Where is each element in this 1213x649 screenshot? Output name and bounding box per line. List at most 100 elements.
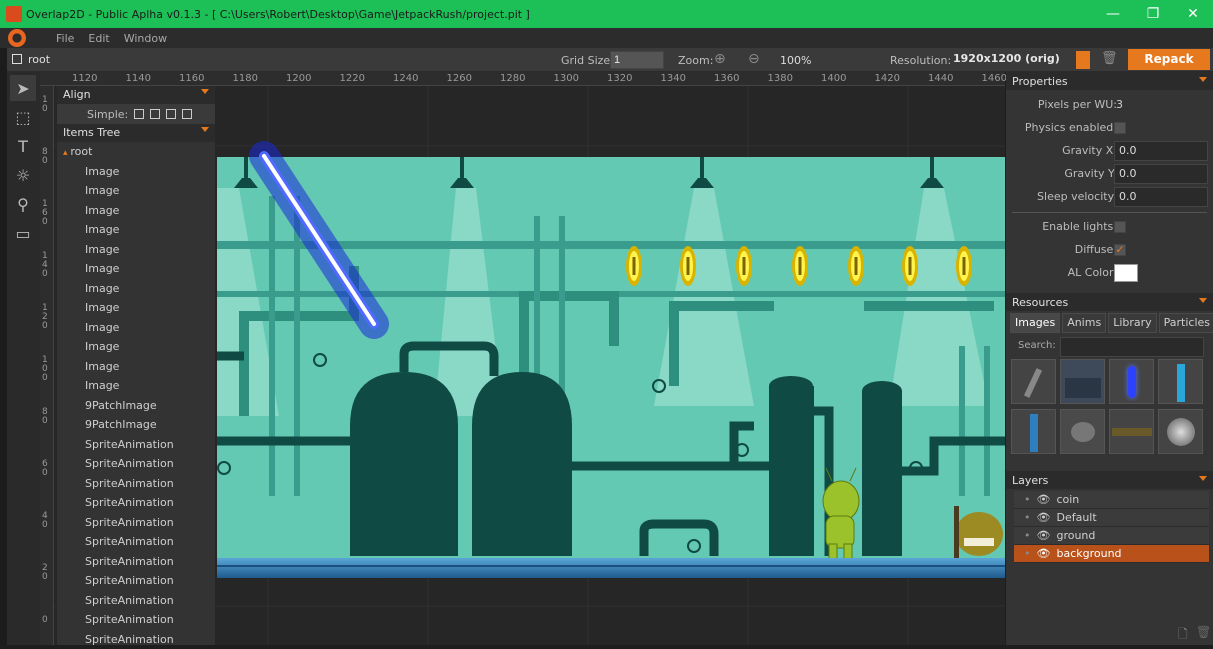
resource-thumbnail[interactable] xyxy=(1060,359,1105,404)
tree-item-root[interactable]: root xyxy=(57,142,215,162)
tab-images[interactable]: Images xyxy=(1010,313,1060,333)
pixels-per-wu-value: 3 xyxy=(1116,98,1123,111)
resolution-select[interactable]: 1920x1200 (orig) xyxy=(950,51,1076,69)
ruler-tick-label: 1460 xyxy=(982,73,1007,84)
tree-item[interactable]: SpriteAnimation xyxy=(57,454,215,474)
tab-anims[interactable]: Anims xyxy=(1062,313,1106,333)
resource-thumbnail[interactable] xyxy=(1158,409,1203,454)
eye-icon[interactable]: 👁 xyxy=(1037,511,1051,524)
resource-thumbnail[interactable] xyxy=(1158,359,1203,404)
tree-item[interactable]: SpriteAnimation xyxy=(57,493,215,513)
physics-checkbox[interactable] xyxy=(1114,122,1126,134)
tree-item[interactable]: SpriteAnimation xyxy=(57,591,215,611)
menu-file[interactable]: File xyxy=(56,32,74,45)
items-tree-header[interactable]: Items Tree xyxy=(57,124,215,142)
new-layer-icon[interactable]: 🗋 xyxy=(1178,625,1188,646)
trash-icon[interactable]: 🗑 xyxy=(1101,51,1118,66)
layer-default[interactable]: •👁Default xyxy=(1014,509,1209,527)
gravity-x-input[interactable]: 0.0 xyxy=(1114,141,1208,161)
tree-item[interactable]: 9PatchImage xyxy=(57,396,215,416)
layer-ground[interactable]: •👁ground xyxy=(1014,527,1209,545)
point-light-tool-icon[interactable]: ⚲ xyxy=(10,191,36,217)
resource-thumbnail[interactable] xyxy=(1109,409,1154,454)
text-tool-icon[interactable]: T xyxy=(10,133,36,159)
tree-item[interactable]: Image xyxy=(57,259,215,279)
zoom-out-icon[interactable]: ⊖ xyxy=(748,51,760,67)
tree-item[interactable]: Image xyxy=(57,162,215,182)
tree-item[interactable]: SpriteAnimation xyxy=(57,571,215,591)
gravity-y-input[interactable]: 0.0 xyxy=(1114,164,1208,184)
light-tool-icon[interactable]: ☼ xyxy=(10,162,36,188)
resources-title: Resources xyxy=(1012,296,1068,309)
tree-item[interactable]: Image xyxy=(57,376,215,396)
eye-icon[interactable]: 👁 xyxy=(1037,547,1051,560)
minimize-button[interactable]: — xyxy=(1093,0,1133,28)
properties-header[interactable]: Properties xyxy=(1006,72,1213,90)
align-left-icon[interactable] xyxy=(150,109,160,119)
transform-tool-icon[interactable]: ⬚ xyxy=(10,104,36,130)
eye-icon[interactable]: 👁 xyxy=(1037,529,1051,542)
resources-header[interactable]: Resources xyxy=(1006,293,1213,311)
restore-button[interactable]: ❐ xyxy=(1133,0,1173,28)
tree-item[interactable]: SpriteAnimation xyxy=(57,610,215,630)
ruler-tick-label: 1320 xyxy=(607,73,632,84)
tree-item[interactable]: SpriteAnimation xyxy=(57,513,215,533)
properties-title: Properties xyxy=(1012,75,1068,88)
polygon-tool-icon[interactable]: ▭ xyxy=(10,220,36,246)
tree-item[interactable]: SpriteAnimation xyxy=(57,435,215,455)
tree-item[interactable]: Image xyxy=(57,318,215,338)
close-button[interactable]: ✕ xyxy=(1173,0,1213,28)
app-icon xyxy=(6,6,22,22)
tree-item[interactable]: Image xyxy=(57,220,215,240)
search-input[interactable] xyxy=(1060,337,1204,357)
tree-item[interactable]: SpriteAnimation xyxy=(57,474,215,494)
select-tool-icon[interactable]: ➤ xyxy=(10,75,36,101)
diffuse-checkbox[interactable]: ✓ xyxy=(1114,244,1126,256)
collapse-arrow-icon[interactable] xyxy=(1199,476,1207,481)
tree-item[interactable]: SpriteAnimation xyxy=(57,630,215,649)
align-top-icon[interactable] xyxy=(134,109,144,119)
tree-item[interactable]: SpriteAnimation xyxy=(57,552,215,572)
resolution-dropdown-button[interactable] xyxy=(1076,51,1090,69)
tree-item[interactable]: Image xyxy=(57,357,215,377)
eye-icon[interactable]: 👁 xyxy=(1037,493,1051,506)
al-color-swatch[interactable] xyxy=(1114,264,1138,282)
align-panel-header[interactable]: Align xyxy=(57,86,215,104)
tree-item[interactable]: Image xyxy=(57,298,215,318)
ruler-tick-label: 1440 xyxy=(928,73,953,84)
sleep-velocity-input[interactable]: 0.0 xyxy=(1114,187,1208,207)
resource-thumbnail[interactable] xyxy=(1011,409,1056,454)
tree-item[interactable]: Image xyxy=(57,240,215,260)
tree-item[interactable]: SpriteAnimation xyxy=(57,532,215,552)
tree-item[interactable]: Image xyxy=(57,279,215,299)
layer-coin[interactable]: •👁coin xyxy=(1014,491,1209,509)
ruler-tick-label: 0 xyxy=(42,616,52,625)
collapse-arrow-icon[interactable] xyxy=(201,127,209,132)
sleep-velocity-row: Sleep velocity:0.0 xyxy=(1006,186,1213,209)
resource-thumbnail[interactable] xyxy=(1109,359,1154,404)
layer-background[interactable]: •👁background xyxy=(1014,545,1209,563)
menu-edit[interactable]: Edit xyxy=(88,32,109,45)
delete-layer-icon[interactable]: 🗑 xyxy=(1196,625,1211,639)
tab-library[interactable]: Library xyxy=(1108,313,1156,333)
menu-window[interactable]: Window xyxy=(124,32,167,45)
tab-particles[interactable]: Particles xyxy=(1159,313,1213,333)
zoom-in-icon[interactable]: ⊕ xyxy=(714,51,726,67)
tree-item[interactable]: Image xyxy=(57,181,215,201)
repack-button[interactable]: Repack xyxy=(1128,49,1210,70)
collapse-arrow-icon[interactable] xyxy=(201,89,209,94)
lights-checkbox[interactable] xyxy=(1114,221,1126,233)
align-bottom-icon[interactable] xyxy=(166,109,176,119)
collapse-arrow-icon[interactable] xyxy=(1199,298,1207,303)
tree-item[interactable]: Image xyxy=(57,201,215,221)
right-panel: Properties Pixels per WU:3 Physics enabl… xyxy=(1006,72,1213,645)
tree-item[interactable]: 9PatchImage xyxy=(57,415,215,435)
grid-size-input[interactable] xyxy=(610,51,664,69)
collapse-arrow-icon[interactable] xyxy=(1199,77,1207,82)
layers-header[interactable]: Layers xyxy=(1006,471,1213,489)
align-right-icon[interactable] xyxy=(182,109,192,119)
resource-thumbnail[interactable] xyxy=(1060,409,1105,454)
resource-thumbnail[interactable] xyxy=(1011,359,1056,404)
scene-breadcrumb[interactable]: root xyxy=(28,53,50,66)
tree-item[interactable]: Image xyxy=(57,337,215,357)
